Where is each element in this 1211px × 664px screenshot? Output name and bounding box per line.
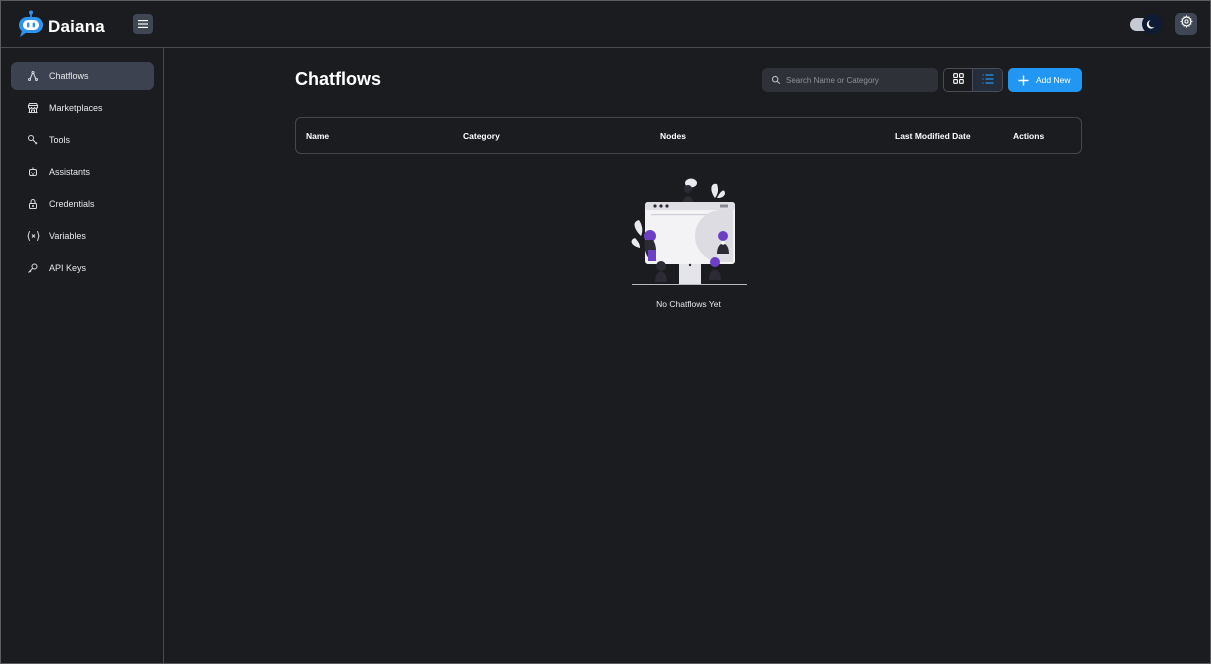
sidebar-item-label: Tools	[49, 135, 71, 145]
sidebar-item-label: Credentials	[49, 199, 95, 209]
chatflows-table: Name Category Nodes Last Modified Date A…	[295, 117, 1082, 154]
tool-icon	[26, 133, 40, 147]
sidebar: Chatflows Marketplaces Tools Assistants …	[1, 48, 164, 663]
gear-icon	[1179, 14, 1193, 33]
sidebar-item-chatflows[interactable]: Chatflows	[11, 62, 154, 90]
page-title: Chatflows	[295, 69, 382, 89]
sidebar-item-assistants[interactable]: Assistants	[11, 158, 154, 186]
empty-state-text: No Chatflows Yet	[656, 299, 721, 309]
column-header-name[interactable]: Name	[306, 131, 329, 141]
column-header-category[interactable]: Category	[463, 131, 500, 141]
brand-name: Daiana	[48, 16, 105, 36]
robot-icon	[26, 165, 40, 179]
sidebar-item-label: API Keys	[49, 263, 87, 273]
sidebar-item-variables[interactable]: Variables	[11, 222, 154, 250]
hamburger-icon	[138, 15, 148, 33]
top-header: Daiana	[1, 1, 1210, 48]
column-header-actions: Actions	[1013, 131, 1045, 141]
robot-logo-icon	[16, 9, 46, 44]
empty-state-illustration	[621, 176, 756, 288]
sidebar-item-label: Chatflows	[49, 71, 89, 81]
sidebar-item-api-keys[interactable]: API Keys	[11, 254, 154, 282]
sidebar-item-label: Marketplaces	[49, 103, 103, 113]
menu-toggle-button[interactable]	[133, 14, 153, 34]
building-store-icon	[26, 101, 40, 115]
settings-button[interactable]	[1175, 13, 1197, 35]
key-icon	[26, 261, 40, 275]
moon-icon	[1142, 14, 1162, 34]
grid-icon	[952, 71, 964, 89]
list-view-button[interactable]	[973, 69, 1002, 91]
add-new-button[interactable]: Add New	[1008, 68, 1082, 92]
sidebar-item-credentials[interactable]: Credentials	[11, 190, 154, 218]
add-new-label: Add New	[1036, 75, 1071, 85]
brand-logo[interactable]: Daiana	[16, 9, 105, 44]
lock-icon	[26, 197, 40, 211]
app-window: Daiana Chatflows Marketplaces Tools Assi…	[0, 0, 1211, 664]
column-header-last-modified-date[interactable]: Last Modified Date	[895, 131, 971, 141]
search-input[interactable]	[786, 75, 936, 85]
search-box[interactable]	[762, 68, 938, 92]
sidebar-item-label: Assistants	[49, 167, 91, 177]
sidebar-item-marketplaces[interactable]: Marketplaces	[11, 94, 154, 122]
column-header-nodes[interactable]: Nodes	[660, 131, 686, 141]
list-icon	[982, 71, 994, 89]
hierarchy-icon	[26, 69, 40, 83]
plus-icon	[1018, 75, 1029, 86]
sidebar-item-tools[interactable]: Tools	[11, 126, 154, 154]
dark-mode-toggle[interactable]	[1130, 14, 1162, 34]
card-view-button[interactable]	[944, 69, 974, 91]
variable-icon	[26, 229, 40, 243]
sidebar-item-label: Variables	[49, 231, 86, 241]
search-icon	[771, 75, 781, 85]
view-toggle-group	[943, 68, 1003, 92]
